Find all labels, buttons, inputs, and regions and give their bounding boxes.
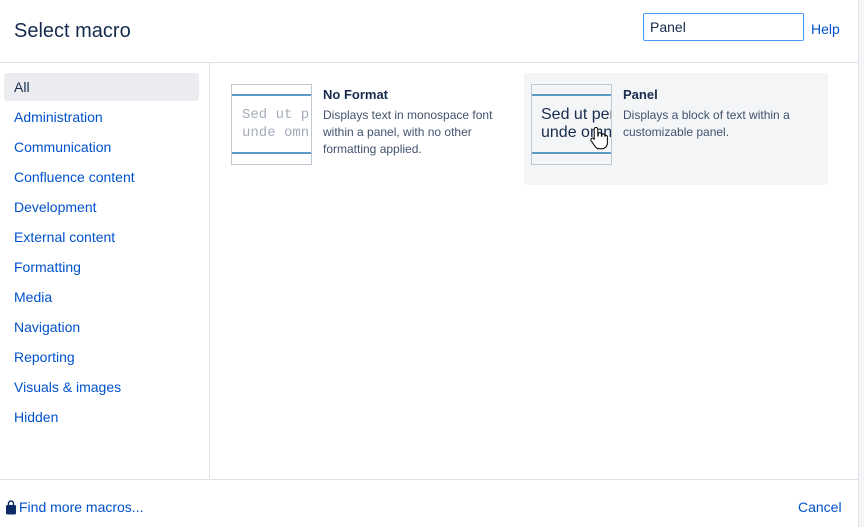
category-formatting[interactable]: Formatting xyxy=(4,253,199,281)
category-sidebar: All Administration Communication Conflue… xyxy=(0,63,210,478)
category-communication[interactable]: Communication xyxy=(4,133,199,161)
macro-preview-thumbnail: Sed ut per unde omn xyxy=(531,84,612,165)
dialog-title: Select macro xyxy=(14,20,131,42)
category-development[interactable]: Development xyxy=(4,193,199,221)
shopping-bag-icon xyxy=(6,499,16,514)
preview-bottom-line xyxy=(532,152,611,154)
select-macro-dialog: Select macro Help All Administration Com… xyxy=(0,0,858,527)
preview-bottom-line xyxy=(232,152,311,154)
macro-preview-thumbnail: Sed ut p unde omn xyxy=(231,84,312,165)
window-edge xyxy=(858,0,864,527)
macro-description: Displays a block of text within a custom… xyxy=(623,108,790,139)
category-media[interactable]: Media xyxy=(4,283,199,311)
macro-results: Sed ut p unde omn No Format Displays tex… xyxy=(210,63,858,478)
cancel-button[interactable]: Cancel xyxy=(798,499,842,515)
category-navigation[interactable]: Navigation xyxy=(4,313,199,341)
macro-card-panel[interactable]: Sed ut per unde omn Panel Displays a blo… xyxy=(524,73,828,185)
help-link[interactable]: Help xyxy=(811,21,840,37)
category-visuals-images[interactable]: Visuals & images xyxy=(4,373,199,401)
find-more-macros-link[interactable]: Find more macros... xyxy=(5,499,143,515)
macro-title: No Format xyxy=(323,87,388,102)
category-all[interactable]: All xyxy=(4,73,199,101)
category-confluence-content[interactable]: Confluence content xyxy=(4,163,199,191)
preview-top-line xyxy=(532,94,611,96)
category-external-content[interactable]: External content xyxy=(4,223,199,251)
macro-card-no-format[interactable]: Sed ut p unde omn No Format Displays tex… xyxy=(224,73,528,185)
preview-text: Sed ut p unde omn xyxy=(242,107,310,141)
dialog-header: Select macro Help xyxy=(0,0,858,63)
category-reporting[interactable]: Reporting xyxy=(4,343,199,371)
macro-title: Panel xyxy=(623,87,658,102)
preview-top-line xyxy=(232,94,311,96)
dialog-footer: Find more macros... Cancel xyxy=(0,479,858,528)
find-more-label: Find more macros... xyxy=(19,499,144,515)
category-hidden[interactable]: Hidden xyxy=(4,403,199,431)
macro-description: Displays text in monospace font within a… xyxy=(323,108,493,156)
search-input[interactable] xyxy=(643,13,804,41)
category-administration[interactable]: Administration xyxy=(4,103,199,131)
hand-pointer-icon xyxy=(590,126,608,150)
